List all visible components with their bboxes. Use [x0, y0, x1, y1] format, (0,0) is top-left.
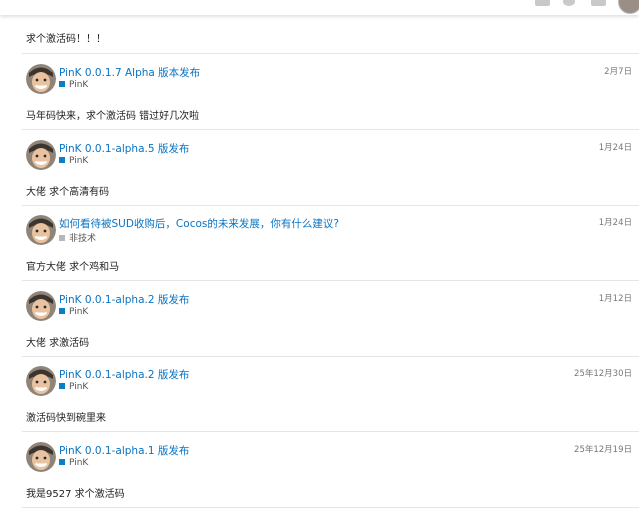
post-date: 25年12月30日 — [574, 369, 632, 379]
category-label: PinK — [69, 80, 89, 90]
post-date: 2月7日 — [604, 67, 632, 77]
category-label: PinK — [69, 458, 89, 468]
post-excerpt: 我是9527 求个激活码 — [26, 489, 125, 500]
category-tag[interactable]: PinK — [59, 80, 88, 90]
category-tag[interactable]: PinK — [59, 458, 88, 468]
top-header — [0, 0, 639, 15]
post-title-link[interactable]: PinK 0.0.1-alpha.2 版发布 — [59, 367, 189, 382]
category-color-swatch — [59, 81, 65, 87]
category-color-swatch — [59, 157, 65, 163]
post-title-link[interactable]: PinK 0.0.1.7 Alpha 版本发布 — [59, 65, 200, 80]
category-label: PinK — [69, 156, 89, 166]
post-title-link[interactable]: PinK 0.0.1-alpha.5 版发布 — [59, 141, 189, 156]
category-color-swatch — [59, 459, 65, 465]
divider — [22, 431, 639, 432]
search-icon[interactable] — [563, 0, 575, 6]
post-excerpt: 官方大佬 求个鸡和马 — [26, 262, 120, 273]
post-excerpt: 激活码快到碗里来 — [26, 413, 106, 424]
post-excerpt: 大佬 求个高清有码 — [26, 187, 110, 198]
user-avatar-icon[interactable] — [618, 0, 639, 14]
post-title-link[interactable]: PinK 0.0.1-alpha.2 版发布 — [59, 292, 189, 307]
post-excerpt: 求个激活码！！！ — [26, 34, 106, 45]
category-tag[interactable]: PinK — [59, 156, 88, 166]
category-color-swatch — [59, 383, 65, 389]
post-date: 1月12日 — [598, 294, 632, 304]
category-color-swatch — [59, 308, 65, 314]
menu-icon[interactable] — [591, 0, 606, 6]
divider — [22, 53, 639, 54]
category-label: PinK — [69, 307, 89, 317]
category-color-swatch — [59, 235, 65, 241]
category-tag[interactable]: 非技术 — [59, 231, 96, 244]
category-tag[interactable]: PinK — [59, 307, 88, 317]
avatar[interactable] — [26, 215, 56, 245]
post-date: 25年12月19日 — [574, 445, 632, 455]
post-date: 1月24日 — [598, 143, 632, 153]
category-label: 非技术 — [69, 234, 97, 244]
chat-icon[interactable] — [535, 0, 550, 6]
avatar[interactable] — [26, 64, 56, 94]
post-title-link[interactable]: 如何看待被SUD收购后，Cocos的未来发展，你有什么建议? — [59, 216, 339, 231]
avatar[interactable] — [26, 291, 56, 321]
divider — [22, 129, 639, 130]
divider — [22, 280, 639, 281]
category-label: PinK — [69, 382, 89, 392]
avatar[interactable] — [26, 140, 56, 170]
avatar[interactable] — [26, 366, 56, 396]
divider — [22, 205, 639, 206]
post-title-link[interactable]: PinK 0.0.1-alpha.1 版发布 — [59, 443, 189, 458]
category-tag[interactable]: PinK — [59, 382, 88, 392]
post-excerpt: 大佬 求激活码 — [26, 338, 90, 349]
post-date: 1月24日 — [598, 218, 632, 228]
post-excerpt: 马年码快来，求个激活码 错过好几次啦 — [26, 111, 200, 122]
divider — [22, 356, 639, 357]
avatar[interactable] — [26, 442, 56, 472]
